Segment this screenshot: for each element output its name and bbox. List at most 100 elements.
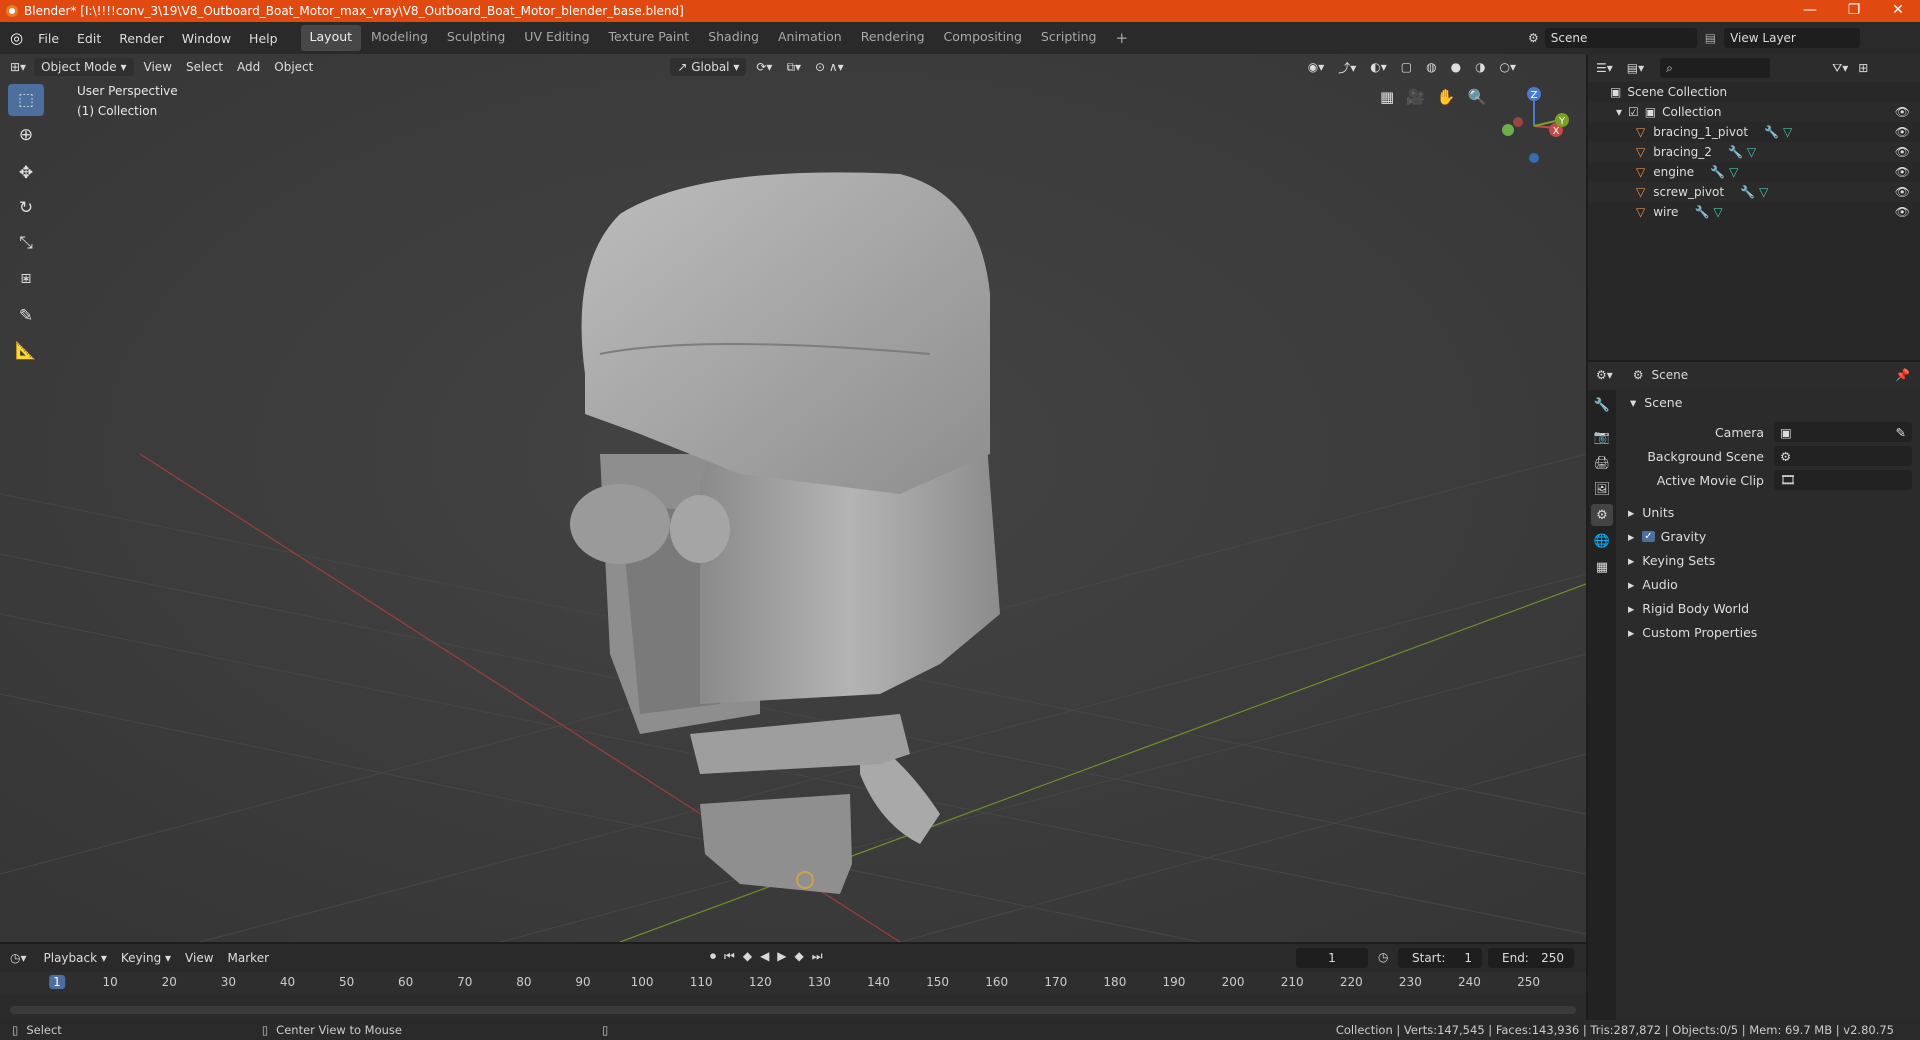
scene-tab-icon[interactable]: ⚙ [1591, 504, 1613, 526]
tab-uv-editing[interactable]: UV Editing [515, 25, 598, 51]
play-icon[interactable]: ▶ [777, 949, 786, 964]
expand-arrow-icon[interactable]: ▾ [1616, 105, 1622, 119]
outliner-row-scene-collection[interactable]: ▣ Scene Collection [1588, 82, 1920, 102]
outliner-item[interactable]: ▽ bracing_2 🔧 ▽ 👁 [1588, 142, 1920, 162]
view-layer-tab-icon[interactable]: 🖼 [1591, 478, 1613, 500]
visibility-eye-icon[interactable]: 👁 [1895, 165, 1910, 179]
outliner-item[interactable]: ▽ bracing_1_pivot 🔧 ▽ 👁 [1588, 122, 1920, 142]
gizmo-toggle-icon[interactable]: ⤴▾ [1331, 59, 1363, 76]
outliner-search-input[interactable]: ⌕ [1660, 58, 1771, 78]
scene-field[interactable]: Scene [1544, 28, 1697, 48]
jump-end-icon[interactable]: ⏭ [812, 949, 823, 964]
select-box-tool-icon[interactable]: ⬚ [8, 84, 44, 116]
minimize-button[interactable]: — [1788, 0, 1832, 22]
tab-texture-paint[interactable]: Texture Paint [600, 25, 699, 51]
end-frame-field[interactable]: End: 250 [1488, 948, 1574, 968]
camera-field[interactable]: ▣ ✎ [1774, 422, 1912, 442]
pan-icon[interactable]: ✋ [1437, 88, 1456, 106]
menu-file[interactable]: File [29, 31, 68, 46]
cursor-tool-icon[interactable]: ⊕ [8, 119, 44, 151]
tab-rendering[interactable]: Rendering [852, 25, 934, 51]
visibility-eye-icon[interactable]: 👁 [1895, 185, 1910, 199]
transform-tool-icon[interactable]: ⧆ [8, 262, 44, 294]
mode-dropdown[interactable]: Object Mode ▾ [34, 58, 134, 76]
output-tab-icon[interactable]: 🖨 [1591, 452, 1613, 474]
panel-units[interactable]: ▸ Units [1624, 500, 1920, 524]
measure-tool-icon[interactable]: 📐 [8, 335, 44, 367]
restore-button[interactable]: ❐ [1832, 0, 1876, 22]
pivot-icon[interactable]: ⟳▾ [749, 60, 779, 74]
gravity-checkbox[interactable]: ✓ [1642, 530, 1655, 542]
panel-keying-sets[interactable]: ▸ Keying Sets [1624, 548, 1920, 572]
menu-object[interactable]: Object [267, 60, 320, 74]
new-collection-icon[interactable]: ⊞ [1858, 61, 1868, 75]
background-scene-field[interactable]: ⚙ [1774, 446, 1912, 466]
move-tool-icon[interactable]: ✥ [8, 157, 44, 189]
menu-window[interactable]: Window [173, 31, 240, 46]
shading-rendered-icon[interactable]: ○▾ [1493, 60, 1524, 74]
visibility-eye-icon[interactable]: 👁 [1895, 145, 1910, 159]
menu-help[interactable]: Help [240, 31, 287, 46]
menu-add[interactable]: Add [230, 60, 267, 74]
properties-type-icon[interactable]: ⚙▾ [1596, 368, 1613, 382]
timeline-scrollbar[interactable] [10, 1006, 1576, 1014]
panel-gravity[interactable]: ▸ ✓ Gravity [1624, 524, 1920, 548]
scale-tool-icon[interactable]: ⤡ [8, 227, 44, 259]
close-button[interactable]: ✕ [1876, 0, 1920, 22]
menu-keying[interactable]: Keying ▾ [114, 951, 178, 965]
tab-compositing[interactable]: Compositing [935, 25, 1031, 51]
menu-view[interactable]: View [137, 60, 179, 74]
start-frame-field[interactable]: Start: 1 [1398, 948, 1482, 968]
tab-sculpting[interactable]: Sculpting [438, 25, 514, 51]
menu-edit[interactable]: Edit [68, 31, 110, 46]
render-tab-icon[interactable]: 📷 [1591, 426, 1613, 448]
visibility-eye-icon[interactable]: 👁 [1895, 105, 1910, 119]
outliner-row-collection[interactable]: ▾ ☑ ▣ Collection 👁 [1588, 102, 1920, 122]
3d-viewport[interactable] [0, 54, 1586, 942]
shading-solid-icon[interactable]: ● [1444, 60, 1468, 74]
tab-modeling[interactable]: Modeling [362, 25, 437, 51]
tab-shading[interactable]: Shading [699, 25, 768, 51]
texture-tab-icon[interactable]: ▦ [1591, 556, 1613, 578]
outliner-item[interactable]: ▽ wire 🔧 ▽ 👁 [1588, 202, 1920, 222]
view-layer-field[interactable]: View Layer [1724, 28, 1861, 48]
menu-playback[interactable]: Playback ▾ [37, 951, 114, 965]
frame-ruler[interactable]: 1 10 20 30 40 50 60 70 80 90 100 110 120 130 140 150 160… [0, 972, 1586, 994]
current-frame-indicator[interactable]: 1 [49, 975, 65, 989]
camera-view-icon[interactable]: 🎥 [1406, 88, 1425, 106]
eyedropper-icon[interactable]: ✎ [1896, 425, 1906, 440]
jump-start-icon[interactable]: ⏮ [724, 949, 735, 964]
xray-icon[interactable]: ▢ [1394, 60, 1419, 74]
tab-layout[interactable]: Layout [300, 25, 362, 51]
panel-audio[interactable]: ▸ Audio [1624, 572, 1920, 596]
current-frame-field[interactable]: 1 [1296, 948, 1368, 968]
shading-wireframe-icon[interactable]: ◍ [1419, 60, 1443, 74]
proportional-icon[interactable]: ⊙ ∧▾ [808, 60, 851, 74]
menu-select[interactable]: Select [179, 60, 230, 74]
record-icon[interactable]: ⏺ [710, 949, 716, 964]
preview-range-icon[interactable]: ◷ [1378, 950, 1388, 964]
scene-panel-header[interactable]: ▾ Scene [1624, 390, 1920, 414]
menu-timeline-view[interactable]: View [178, 951, 220, 965]
overlay-toggle-icon[interactable]: ◐▾ [1363, 60, 1394, 74]
snap-icon[interactable]: ⧉▾ [779, 60, 808, 75]
timeline-type-icon[interactable]: ◷▾ [10, 951, 27, 965]
tab-scripting[interactable]: Scripting [1032, 25, 1106, 51]
menu-marker[interactable]: Marker [221, 951, 276, 965]
scene-icon[interactable]: ⚙ [1528, 31, 1539, 45]
outliner-item[interactable]: ▽ engine 🔧 ▽ 👁 [1588, 162, 1920, 182]
outliner-item[interactable]: ▽ screw_pivot 🔧 ▽ 👁 [1588, 182, 1920, 202]
tab-animation[interactable]: Animation [769, 25, 851, 51]
display-mode-icon[interactable]: ▤▾ [1627, 61, 1644, 75]
filter-icon[interactable]: ⛛▾ [1832, 61, 1848, 76]
editor-type-icon[interactable]: ⊞▾ [10, 60, 26, 74]
visibility-eye-icon[interactable]: 👁 [1895, 125, 1910, 139]
navigation-gizmo[interactable]: Z X Y [1490, 80, 1570, 170]
blender-menu-icon[interactable]: ◎ [10, 29, 23, 47]
tool-tab-icon[interactable]: 🔧 [1591, 394, 1613, 416]
world-tab-icon[interactable]: 🌐 [1591, 530, 1613, 552]
menu-render[interactable]: Render [110, 31, 173, 46]
view-layer-icon[interactable]: ▤ [1705, 31, 1716, 45]
orientation-dropdown[interactable]: ↗ Global ▾ [670, 58, 747, 76]
checkbox-icon[interactable]: ☑ [1628, 105, 1639, 119]
